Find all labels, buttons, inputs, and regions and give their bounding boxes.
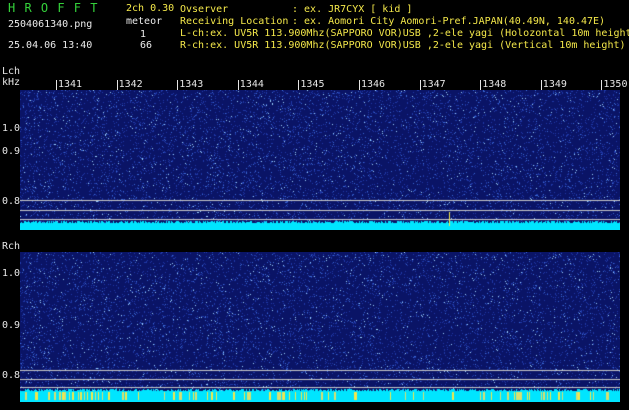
time-axis-tick xyxy=(237,80,239,90)
lch-spectrogram xyxy=(20,90,620,230)
observer-label: Ovserver xyxy=(180,4,229,15)
rch-spectrogram xyxy=(20,252,620,402)
rch-count: 66 xyxy=(140,40,153,51)
time-axis-tick xyxy=(540,80,542,90)
rch-ytick-3: 0.8 xyxy=(2,370,21,381)
lch-spectrogram-canvas xyxy=(20,90,620,230)
rch-ytick-1: 1.0 xyxy=(2,268,21,279)
observer-value: : ex. JR7CYX [ kid ] xyxy=(292,4,413,15)
time-axis-label: 1348 xyxy=(482,79,507,90)
rch-spectrogram-canvas xyxy=(20,252,620,402)
time-axis-label: 1343 xyxy=(179,79,204,90)
time-axis-tick xyxy=(480,80,482,90)
time-axis-label: 1344 xyxy=(239,79,264,90)
file-name: 2504061340.png xyxy=(8,19,93,30)
lch-ytick-2: 0.9 xyxy=(2,146,21,157)
location-value: : ex. Aomori City Aomori-Pref.JAPAN(40.4… xyxy=(292,16,606,27)
time-axis-tick xyxy=(116,80,118,90)
app-title: H R O F F T xyxy=(8,1,99,15)
time-axis-tick xyxy=(419,80,421,90)
time-axis-label: 1342 xyxy=(118,79,143,90)
lch-label: Lch xyxy=(2,66,21,77)
rch-label: Rch xyxy=(2,241,21,252)
lch-receiver-info: L-ch:ex. UV5R 113.900Mhz(SAPPORO VOR)USB… xyxy=(180,28,629,39)
time-axis-label: 1341 xyxy=(58,79,83,90)
mode-label: 2ch 0.30 xyxy=(126,3,175,14)
time-axis-label: 1346 xyxy=(361,79,386,90)
lch-ytick-1: 1.0 xyxy=(2,123,21,134)
location-label: Receiving Location xyxy=(180,16,289,27)
time-axis-tick xyxy=(56,80,57,90)
lch-ytick-3: 0.8 xyxy=(2,196,21,207)
time-axis-tick xyxy=(359,80,360,90)
time-axis-label: 1347 xyxy=(421,79,446,90)
lch-unit: kHz xyxy=(2,77,21,88)
time-axis-tick xyxy=(601,80,603,90)
time-axis-label: 1349 xyxy=(542,79,567,90)
time-axis-tick xyxy=(298,80,300,90)
time-axis-label: 1345 xyxy=(300,79,325,90)
rch-ytick-2: 0.9 xyxy=(2,320,21,331)
rch-receiver-info: R-ch:ex. UV5R 113.900Mhz(SAPPORO VOR)USB… xyxy=(180,40,626,51)
time-axis-tick xyxy=(177,80,179,90)
datetime: 25.04.06 13:40 xyxy=(8,40,93,51)
time-axis-label: 1350 xyxy=(603,79,628,90)
event-type: meteor xyxy=(126,16,163,27)
